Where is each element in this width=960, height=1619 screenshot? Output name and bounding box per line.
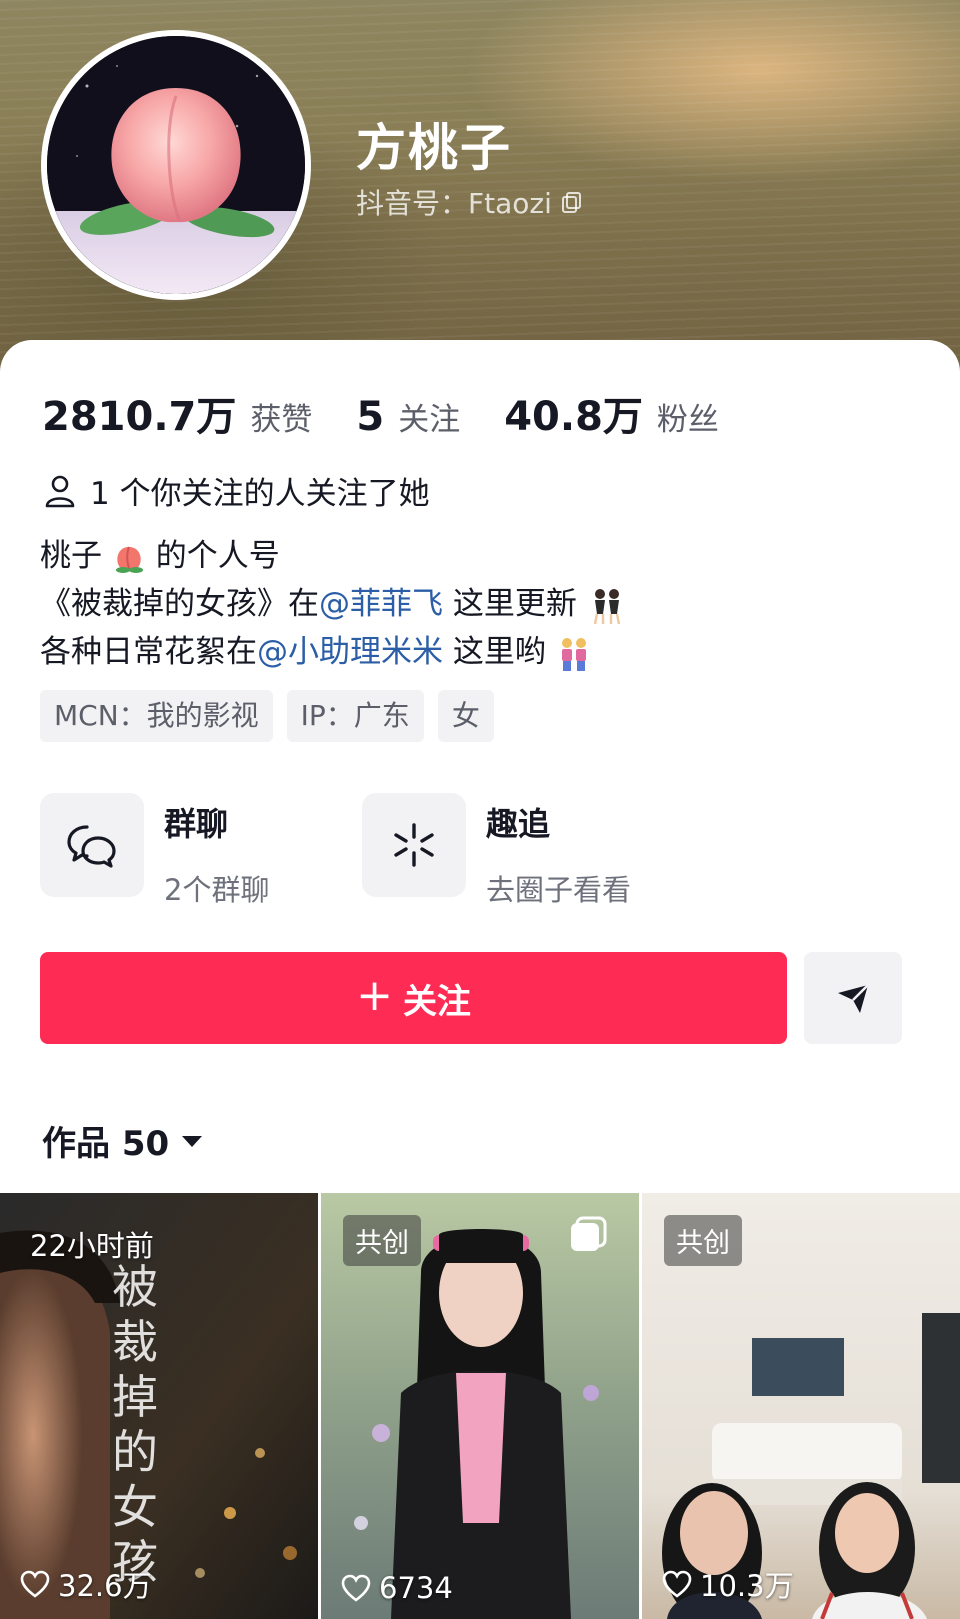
bio-line-1: 桃子 的个人号: [40, 532, 627, 580]
video-tile[interactable]: 共创 6734: [321, 1193, 639, 1619]
likes-count[interactable]: 2810.7万: [42, 384, 236, 442]
profile-tags: MCN：我的影视 IP：广东 女: [40, 690, 494, 742]
bio-text: 桃子: [40, 538, 102, 574]
heart-icon: [341, 1574, 371, 1602]
group-chat-entry[interactable]: 群聊 2个群聊: [40, 793, 330, 909]
bio-text: 《被裁掉的女孩》在: [40, 586, 319, 622]
profile-name: 方桃子: [356, 119, 512, 177]
video-tile[interactable]: 被 裁 掉 的 女 孩 22小时前 32.6万: [0, 1193, 318, 1619]
peach-emoji-icon: [115, 546, 143, 573]
entry-icon-box: [40, 793, 144, 897]
entry-subtitle: 2个群聊: [164, 873, 270, 907]
svg-text:女: 女: [112, 1480, 158, 1534]
svg-text:掉: 掉: [112, 1370, 158, 1424]
mention-link[interactable]: @菲菲飞: [319, 586, 443, 622]
bio-text: 各种日常花絮在: [40, 634, 257, 670]
likes-count: 6734: [379, 1571, 453, 1605]
sparkle-icon: [394, 823, 434, 867]
entry-row: 群聊 2个群聊 趣追 去圈子看看: [40, 793, 652, 909]
mutual-follow-text: 1 个你关注的人关注了她: [90, 476, 430, 512]
quzhui-entry[interactable]: 趣追 去圈子看看: [362, 793, 652, 909]
followers-label[interactable]: 粉丝: [657, 394, 719, 439]
mention-link[interactable]: @小助理米米: [257, 634, 443, 670]
entry-title: 群聊: [164, 805, 229, 843]
following-count[interactable]: 5: [356, 394, 384, 440]
dancers-emoji-icon: [593, 588, 620, 624]
bio-text: 这里更新: [443, 586, 577, 622]
likes-count: 10.3万: [700, 1569, 794, 1603]
entry-icon-box: [362, 793, 466, 897]
svg-text:的: 的: [112, 1425, 158, 1479]
entry-subtitle: 去圈子看看: [486, 873, 632, 907]
share-button[interactable]: [804, 952, 902, 1044]
entry-title: 趣追: [486, 805, 551, 843]
bio-text: 这里哟: [443, 634, 546, 670]
followers-count[interactable]: 40.8万: [504, 384, 643, 442]
bio-text: 的个人号: [155, 538, 280, 574]
two-women-emoji-icon: [561, 637, 586, 671]
tag-gender[interactable]: 女: [437, 690, 494, 742]
svg-text:裁: 裁: [112, 1315, 158, 1369]
avatar[interactable]: [41, 30, 311, 300]
likes-label[interactable]: 获赞: [250, 394, 312, 439]
likes-count: 32.6万: [58, 1569, 152, 1603]
tag-ip[interactable]: IP：广东: [286, 690, 424, 742]
tag-mcn[interactable]: MCN：我的影视: [40, 690, 273, 742]
video-tile[interactable]: 共创 10.3万: [642, 1193, 960, 1619]
co-create-badge: 共创: [343, 1215, 421, 1266]
bio-line-2: 《被裁掉的女孩》在@菲菲飞 这里更新: [40, 580, 627, 628]
bio-line-3: 各种日常花絮在@小助理米米 这里哟: [40, 628, 627, 676]
co-create-badge: 共创: [664, 1215, 742, 1266]
following-label[interactable]: 关注: [398, 394, 460, 439]
video-likes: 6734: [341, 1571, 453, 1605]
bio: 桃子 的个人号 《被裁掉的女孩》在@菲菲飞 这里更新 各种日常花絮在@小助理米米…: [40, 532, 627, 676]
heart-icon: [662, 1570, 692, 1598]
video-time: 22小时前: [30, 1229, 154, 1263]
copy-icon[interactable]: [560, 190, 584, 214]
caret-down-icon: [182, 1135, 203, 1147]
plus-icon: +: [356, 970, 393, 1021]
svg-text:被: 被: [112, 1260, 158, 1314]
stats-row: 2810.7万 获赞 5 关注 40.8万 粉丝: [42, 384, 763, 442]
video-likes: 10.3万: [662, 1563, 794, 1605]
person-icon: [45, 475, 75, 507]
video-grid: 被 裁 掉 的 女 孩 22小时前 32.6万 共创 6734 共创 10.3万: [0, 1193, 960, 1619]
video-likes: 32.6万: [20, 1563, 152, 1605]
douyin-id-text: 抖音号：Ftaozi: [356, 187, 552, 220]
follow-button[interactable]: + 关注: [40, 952, 787, 1044]
chat-bubbles-icon: [67, 825, 116, 868]
works-label: 作品 50: [42, 1124, 170, 1164]
douyin-id[interactable]: 抖音号：Ftaozi: [356, 182, 584, 222]
heart-icon: [20, 1570, 50, 1598]
peach-avatar-image: [47, 36, 305, 294]
follow-label: 关注: [402, 981, 471, 1022]
pinned-icon: [571, 1216, 607, 1251]
works-tab[interactable]: 作品 50: [42, 1116, 205, 1165]
send-icon: [838, 984, 869, 1013]
mutual-follow[interactable]: 1 个你关注的人关注了她: [42, 468, 430, 513]
